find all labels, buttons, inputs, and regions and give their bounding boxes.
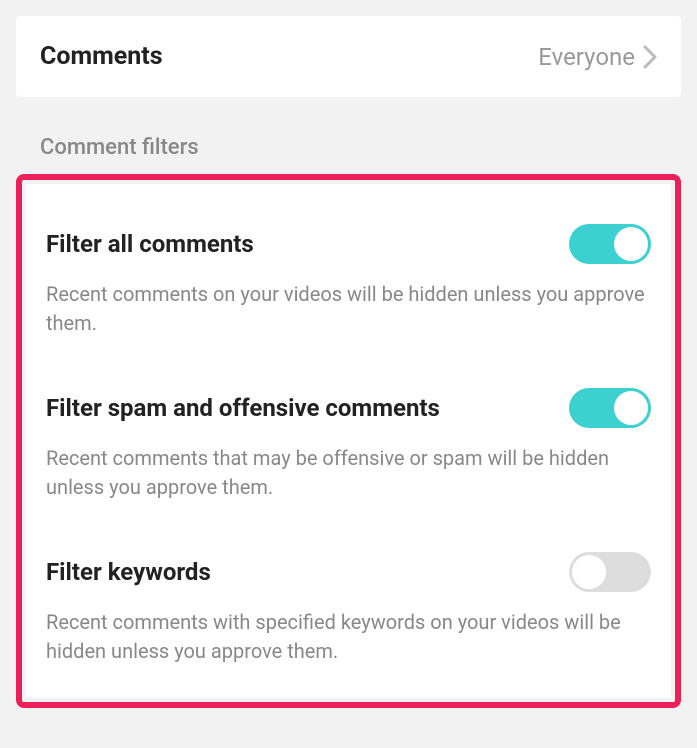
filter-desc-spam-offensive: Recent comments that may be offensive or…: [46, 444, 651, 502]
comment-filters-card: Filter all comments Recent comments on y…: [26, 184, 671, 698]
highlight-frame: Filter all comments Recent comments on y…: [16, 174, 681, 708]
filter-title-keywords: Filter keywords: [46, 558, 211, 587]
filter-item: Filter keywords Recent comments with spe…: [46, 502, 651, 666]
toggle-knob: [614, 391, 648, 425]
comments-setting-value: Everyone: [538, 43, 635, 71]
section-header-comment-filters: Comment filters: [16, 97, 681, 174]
filter-title-all-comments: Filter all comments: [46, 230, 254, 259]
toggle-knob: [614, 227, 648, 261]
toggle-knob: [572, 555, 606, 589]
chevron-right-icon: [643, 45, 657, 69]
comments-setting-row[interactable]: Comments Everyone: [16, 16, 681, 97]
filter-item: Filter spam and offensive comments Recen…: [46, 338, 651, 502]
toggle-filter-all-comments[interactable]: [569, 224, 651, 264]
filter-desc-keywords: Recent comments with specified keywords …: [46, 608, 651, 666]
comments-setting-title: Comments: [40, 42, 163, 71]
comments-setting-value-wrap: Everyone: [538, 43, 657, 71]
toggle-filter-keywords[interactable]: [569, 552, 651, 592]
filter-item: Filter all comments Recent comments on y…: [46, 198, 651, 338]
toggle-filter-spam-offensive[interactable]: [569, 388, 651, 428]
filter-desc-all-comments: Recent comments on your videos will be h…: [46, 280, 651, 338]
filter-title-spam-offensive: Filter spam and offensive comments: [46, 394, 440, 423]
